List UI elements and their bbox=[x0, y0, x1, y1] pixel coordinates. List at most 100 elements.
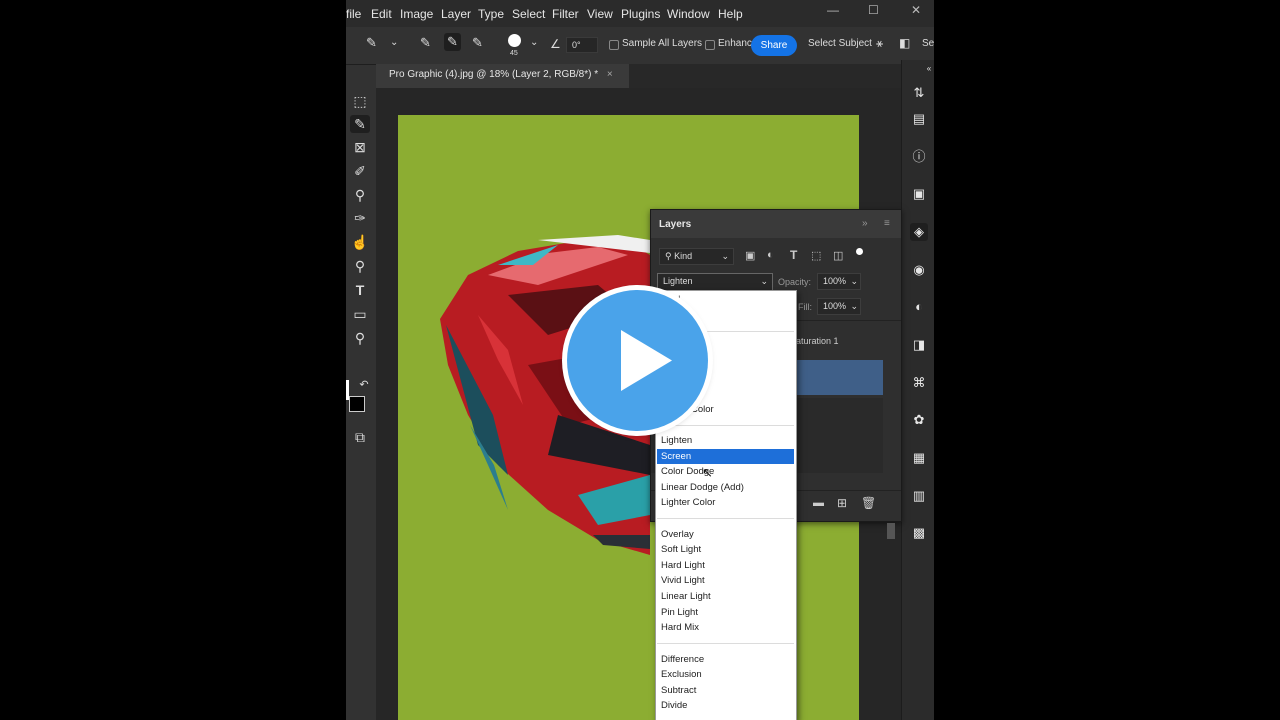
maximize-icon[interactable]: ☐ bbox=[868, 3, 879, 17]
menu-view[interactable]: View bbox=[587, 7, 613, 21]
document-tab[interactable]: Pro Graphic (4).jpg @ 18% (Layer 2, RGB/… bbox=[376, 64, 629, 88]
rectangle-tool-icon[interactable]: ▭ bbox=[350, 305, 370, 323]
shape-filter-icon[interactable]: ⬚ bbox=[811, 249, 821, 262]
frame-tool-icon[interactable]: ⊠ bbox=[350, 138, 370, 156]
menu-window[interactable]: Window bbox=[667, 7, 710, 21]
filter-kind-select[interactable]: ⚲ Kind ⌄ bbox=[659, 248, 734, 265]
layers-panel-icon[interactable]: ◈ bbox=[910, 223, 928, 241]
scrollbar-thumb[interactable] bbox=[887, 523, 895, 539]
color-icon[interactable]: ✿ bbox=[910, 411, 928, 429]
menu-filter[interactable]: Filter bbox=[552, 7, 579, 21]
channels-icon[interactable]: ◉ bbox=[910, 261, 928, 279]
select-and-mask-button[interactable]: Se bbox=[922, 38, 934, 49]
libraries-icon[interactable]: ▣ bbox=[910, 185, 928, 203]
info-icon[interactable]: ⓘ bbox=[910, 148, 928, 166]
background-color-swatch[interactable] bbox=[349, 396, 365, 412]
enhance-edge-checkbox[interactable] bbox=[705, 40, 715, 50]
menu-item-screen[interactable]: Screen bbox=[657, 449, 794, 464]
properties-icon[interactable]: ◨ bbox=[910, 336, 928, 354]
layers-panel-title: Layers bbox=[659, 219, 692, 230]
dodge-tool-icon[interactable]: ⚲ bbox=[350, 257, 370, 275]
subtract-selection-icon[interactable]: ✎ bbox=[472, 35, 483, 51]
brush-preview-icon[interactable] bbox=[508, 34, 521, 47]
collapse-panels-icon[interactable]: « bbox=[920, 60, 934, 78]
menu-item-difference[interactable]: Difference bbox=[657, 652, 794, 667]
menu-item-lighter-color[interactable]: Lighter Color bbox=[657, 495, 794, 510]
menu-select[interactable]: Select bbox=[512, 7, 545, 21]
gradients-icon[interactable]: ▥ bbox=[910, 487, 928, 505]
menu-item-divide[interactable]: Divide bbox=[657, 698, 794, 713]
menu-item-hard-light[interactable]: Hard Light bbox=[657, 558, 794, 573]
minimize-icon[interactable]: — bbox=[827, 3, 839, 17]
menu-item-pin-light[interactable]: Pin Light bbox=[657, 605, 794, 620]
filter-kind-value: Kind bbox=[674, 251, 693, 261]
menu-image[interactable]: Image bbox=[400, 7, 433, 21]
blend-mode-select[interactable]: Lighten ⌄ bbox=[657, 273, 773, 291]
screen-mode-icon[interactable]: ⧉ bbox=[350, 428, 370, 446]
swatches-icon[interactable]: ▦ bbox=[910, 449, 928, 467]
menu-edit[interactable]: Edit bbox=[371, 7, 392, 21]
swap-colors-icon[interactable]: ↶ bbox=[354, 376, 374, 394]
new-group-icon[interactable]: ▬ bbox=[813, 497, 824, 509]
menu-item-linear-light[interactable]: Linear Light bbox=[657, 589, 794, 604]
sample-all-layers-checkbox[interactable] bbox=[609, 40, 619, 50]
new-selection-icon[interactable]: ✎ bbox=[420, 35, 431, 51]
marquee-tool-icon[interactable]: ⬚ bbox=[350, 92, 370, 110]
angle-field[interactable]: 0° bbox=[566, 37, 598, 53]
chevron-down-icon: ⌄ bbox=[760, 276, 768, 286]
pixel-filter-icon[interactable]: ▣ bbox=[745, 249, 755, 262]
menu-item-subtract[interactable]: Subtract bbox=[657, 683, 794, 698]
collapse-icon[interactable]: » bbox=[862, 218, 868, 229]
adjustment-filter-icon[interactable]: ◐ bbox=[767, 249, 774, 261]
filter-toggle-icon[interactable] bbox=[856, 248, 863, 255]
menu-layer[interactable]: Layer bbox=[441, 7, 471, 21]
menu-item-linear-dodge[interactable]: Linear Dodge (Add) bbox=[657, 480, 794, 495]
healing-brush-icon[interactable]: ✐ bbox=[350, 162, 370, 180]
close-tab-icon[interactable]: × bbox=[607, 69, 613, 80]
divider bbox=[657, 518, 794, 519]
wand-icon[interactable]: ⚹ bbox=[876, 36, 883, 51]
menu-file[interactable]: file bbox=[346, 7, 361, 21]
trash-icon[interactable]: 🗑 bbox=[861, 496, 876, 510]
panel-menu-icon[interactable]: ≡ bbox=[884, 218, 890, 229]
share-button[interactable]: Share bbox=[751, 35, 797, 56]
chevron-down-icon[interactable]: ⌄ bbox=[530, 37, 538, 48]
fill-field[interactable]: 100% ⌄ bbox=[817, 298, 861, 315]
eraser-tool-icon[interactable]: ✑ bbox=[350, 209, 370, 227]
patterns-icon[interactable]: ▩ bbox=[910, 524, 928, 542]
type-tool-icon[interactable]: T bbox=[350, 281, 370, 299]
menu-item-vivid-light[interactable]: Vivid Light bbox=[657, 573, 794, 588]
smart-object-filter-icon[interactable]: ◫ bbox=[833, 249, 843, 262]
menu-help[interactable]: Help bbox=[718, 7, 743, 21]
menu-item-lighten[interactable]: Lighten bbox=[657, 433, 794, 448]
select-subject-button[interactable]: Select Subject bbox=[808, 38, 872, 49]
opacity-field[interactable]: 100% ⌄ bbox=[817, 273, 861, 290]
paths-icon[interactable]: ⌘ bbox=[910, 374, 928, 392]
blend-mode-value: Lighten bbox=[663, 276, 693, 286]
menu-item-exclusion[interactable]: Exclusion bbox=[657, 667, 794, 682]
search-icon: ⚲ bbox=[665, 251, 675, 261]
new-layer-icon[interactable]: ⊞ bbox=[837, 496, 847, 510]
menu-item-soft-light[interactable]: Soft Light bbox=[657, 542, 794, 557]
opacity-label: Opacity: bbox=[778, 277, 812, 287]
mask-icon[interactable]: ◧ bbox=[899, 36, 910, 50]
comments-icon[interactable]: ▤ bbox=[910, 110, 928, 128]
adjustments-icon[interactable]: ◐ bbox=[910, 298, 928, 316]
stamp-tool-icon[interactable]: ⚲ bbox=[350, 186, 370, 204]
history-icon[interactable]: ⇅ bbox=[910, 84, 928, 102]
type-filter-icon[interactable]: T bbox=[790, 248, 797, 262]
menu-type[interactable]: Type bbox=[478, 7, 504, 21]
video-play-button[interactable] bbox=[567, 290, 708, 431]
smudge-tool-icon[interactable]: ☝ bbox=[350, 233, 370, 251]
quick-selection-tool-icon[interactable]: ✎ bbox=[366, 35, 377, 51]
zoom-tool-icon[interactable]: ⚲ bbox=[350, 329, 370, 347]
chevron-down-icon: ⌄ bbox=[721, 251, 729, 261]
menu-item-overlay[interactable]: Overlay bbox=[657, 527, 794, 542]
quick-selection-tool-icon[interactable]: ✎ bbox=[350, 115, 370, 133]
menu-item-color-dodge[interactable]: Color Dodge bbox=[657, 464, 794, 479]
close-window-icon[interactable]: ✕ bbox=[911, 3, 921, 17]
chevron-down-icon[interactable]: ⌄ bbox=[390, 37, 398, 48]
menu-item-hard-mix[interactable]: Hard Mix bbox=[657, 620, 794, 635]
menu-plugins[interactable]: Plugins bbox=[621, 7, 660, 21]
add-to-selection-icon[interactable]: ✎ bbox=[444, 33, 461, 51]
